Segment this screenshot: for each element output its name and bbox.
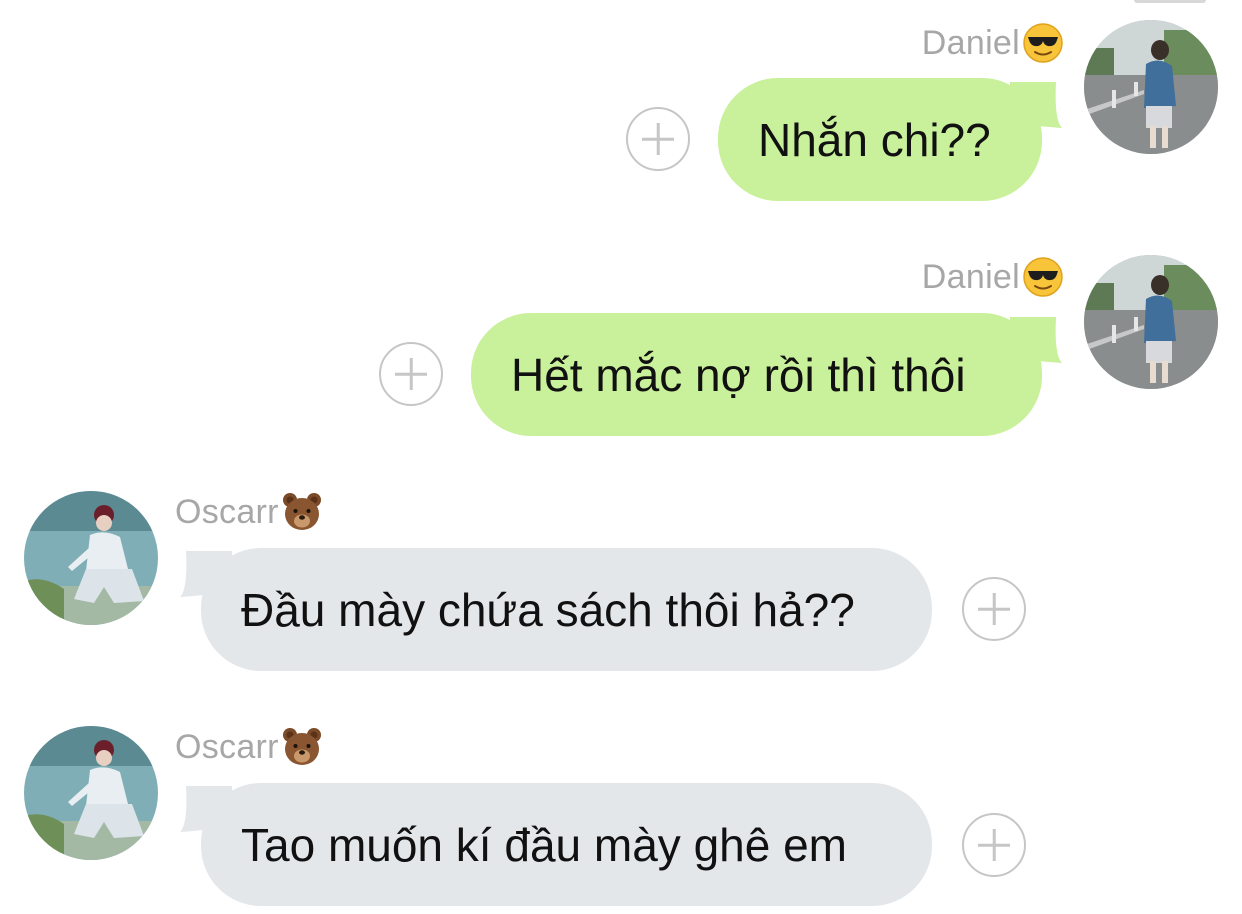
sender-name: Oscarr — [175, 727, 279, 766]
message-text: Tao muốn kí đầu mày ghê em — [241, 818, 847, 871]
bear-face-emoji-icon — [281, 491, 323, 533]
sender-label: Oscarr — [175, 489, 323, 535]
message-bubble[interactable]: Nhắn chi?? — [718, 78, 1042, 201]
plus-circle-icon[interactable] — [626, 107, 690, 171]
previous-message-edge — [1134, 0, 1206, 3]
sender-label: Oscarr — [175, 724, 323, 770]
bear-face-emoji-icon — [281, 726, 323, 768]
sunglasses-emoji-icon — [1022, 22, 1064, 64]
chat-thread: Daniel Nhắn chi?? Daniel Hết mắc nợ rồi … — [0, 0, 1242, 914]
oscarr-avatar[interactable] — [24, 726, 158, 860]
sender-label: Daniel — [922, 254, 1064, 300]
message-text: Hết mắc nợ rồi thì thôi — [511, 348, 966, 401]
message-bubble[interactable]: Hết mắc nợ rồi thì thôi — [471, 313, 1042, 436]
sender-name: Daniel — [921, 23, 1020, 62]
message-bubble[interactable]: Tao muốn kí đầu mày ghê em — [201, 783, 932, 906]
message-text: Đầu mày chứa sách thôi hả?? — [241, 583, 855, 636]
sunglasses-emoji-icon — [1022, 256, 1064, 298]
sender-label: Daniel — [922, 20, 1064, 66]
oscarr-avatar[interactable] — [24, 491, 158, 625]
sender-name: Daniel — [921, 257, 1020, 296]
daniel-avatar[interactable] — [1084, 20, 1218, 154]
daniel-avatar[interactable] — [1084, 255, 1218, 389]
sender-name: Oscarr — [175, 492, 279, 531]
plus-circle-icon[interactable] — [379, 342, 443, 406]
plus-circle-icon[interactable] — [962, 813, 1026, 877]
message-text: Nhắn chi?? — [758, 113, 991, 166]
plus-circle-icon[interactable] — [962, 577, 1026, 641]
message-bubble[interactable]: Đầu mày chứa sách thôi hả?? — [201, 548, 932, 671]
